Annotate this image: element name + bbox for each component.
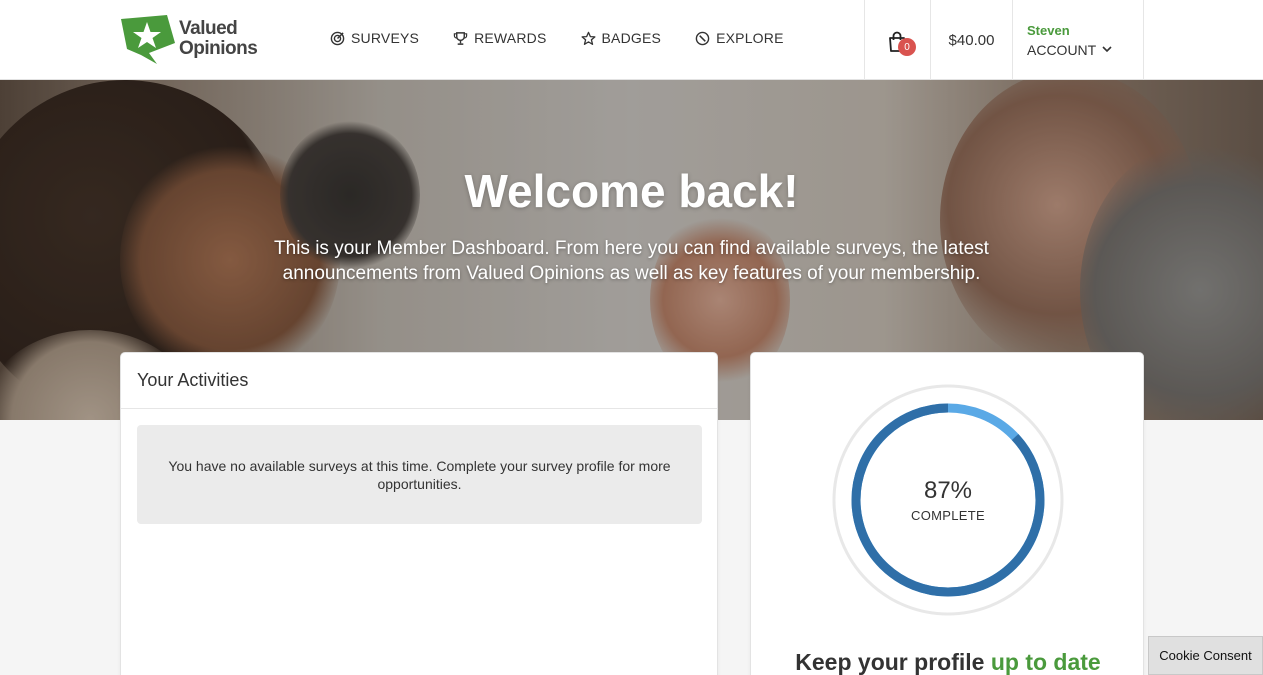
keep-profile-heading: Keep your profile up to date [751,649,1145,675]
logo-star-icon [119,13,177,65]
trophy-icon [453,31,468,45]
cart-count-badge: 0 [898,38,916,56]
keep-profile-heading-start: Keep your profile [795,649,991,675]
top-header: Valued Opinions SURVEYS REWARDS BADGES E… [0,0,1263,80]
logo-text: Valued Opinions [179,18,258,59]
main-nav: SURVEYS REWARDS BADGES EXPLORE [330,30,818,46]
profile-percent: 87% [923,477,973,504]
nav-surveys[interactable]: SURVEYS [330,30,419,46]
nav-explore-label: EXPLORE [716,30,784,46]
ring-text: 87% COMPLETE [831,383,1065,617]
account-menu[interactable]: Steven ACCOUNT [1012,0,1144,80]
activities-card: Your Activities You have no available su… [120,352,718,675]
account-name: Steven [1027,22,1070,38]
nav-badges-label: BADGES [601,30,662,46]
balance-display[interactable]: $40.00 [930,0,1012,80]
header-user-area: 0 $40.00 Steven ACCOUNT [864,0,1144,80]
account-label-text: ACCOUNT [1027,41,1097,58]
balance-value: $40.00 [948,31,995,49]
profile-completion-card: 87% COMPLETE Keep your profile up to dat… [750,352,1144,675]
nav-rewards[interactable]: REWARDS [453,30,546,46]
target-icon [330,31,345,45]
cookie-consent-label: Cookie Consent [1159,648,1252,663]
valued-opinions-logo[interactable]: Valued Opinions [119,12,269,66]
chevron-down-icon [1102,46,1112,53]
no-surveys-message-text: You have no available surveys at this ti… [168,457,671,492]
compass-icon [695,31,710,45]
profile-progress-ring: 87% COMPLETE [831,383,1065,617]
nav-surveys-label: SURVEYS [351,30,420,46]
keep-profile-heading-highlight: up to date [990,649,1101,675]
star-icon [580,31,596,45]
activities-title: Your Activities [121,353,717,409]
nav-explore[interactable]: EXPLORE [695,30,784,46]
welcome-subtitle: This is your Member Dashboard. From here… [274,238,989,284]
no-surveys-message: You have no available surveys at this ti… [137,425,702,524]
profile-complete-label: COMPLETE [911,508,985,523]
welcome-title: Welcome back! [464,165,799,217]
nav-badges[interactable]: BADGES [580,30,662,46]
nav-rewards-label: REWARDS [474,30,547,46]
account-label: ACCOUNT [1027,42,1112,58]
cookie-consent-button[interactable]: Cookie Consent [1148,636,1263,675]
cart-button[interactable]: 0 [864,0,930,80]
